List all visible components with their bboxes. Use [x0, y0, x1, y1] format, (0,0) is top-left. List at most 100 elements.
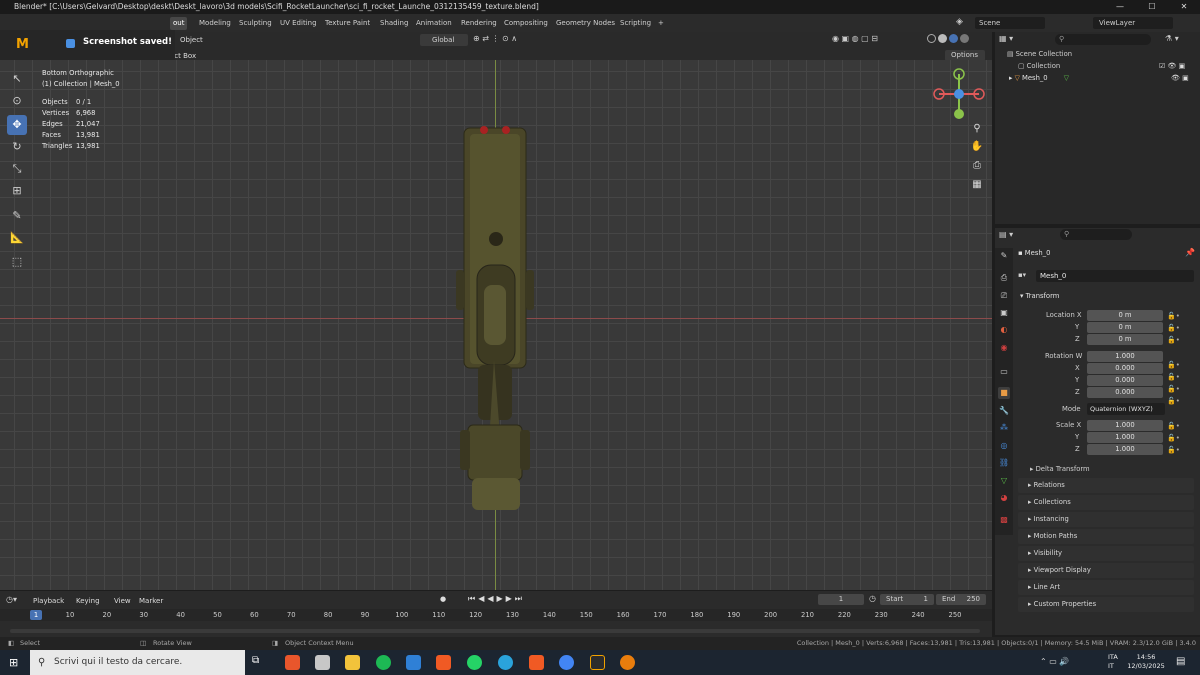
whatsapp-icon[interactable]: [467, 655, 482, 670]
location-y-field[interactable]: 0 m: [1087, 322, 1163, 333]
workspace-tab-texture-paint[interactable]: Texture Paint: [322, 17, 373, 30]
material-shading-icon[interactable]: [949, 34, 958, 43]
camera-icon[interactable]: ⎙: [968, 157, 986, 175]
language-indicator[interactable]: ITA IT: [1108, 653, 1118, 671]
start-frame-field[interactable]: Start 1: [880, 594, 934, 605]
telegram-icon[interactable]: [498, 655, 513, 670]
rotation-z-field[interactable]: 0.000: [1087, 387, 1163, 398]
physics-tab-icon[interactable]: ◎: [998, 440, 1010, 452]
cursor-tool-icon[interactable]: ⊙: [7, 91, 27, 111]
record-button[interactable]: ●: [440, 595, 446, 603]
texture-tab-icon[interactable]: ▩: [998, 514, 1010, 526]
section-instancing[interactable]: ▸ Instancing: [1018, 512, 1194, 527]
mesh-data-tab-icon[interactable]: ▽: [998, 475, 1010, 487]
pin-icon[interactable]: 📌: [1185, 248, 1195, 257]
constraints-tab-icon[interactable]: ⛓: [998, 457, 1010, 469]
scale-x-field[interactable]: 1.000: [1087, 420, 1163, 431]
gizmo-z[interactable]: [954, 89, 964, 99]
world-tab-icon[interactable]: ◉: [998, 342, 1010, 354]
app-icon-2[interactable]: [315, 655, 330, 670]
marker-menu[interactable]: Marker: [139, 595, 163, 607]
windows-start-icon[interactable]: ⊞: [9, 656, 22, 669]
view-menu[interactable]: View: [114, 595, 131, 607]
spotify-icon[interactable]: [376, 655, 391, 670]
rendered-shading-icon[interactable]: [960, 34, 969, 43]
snapping-icon[interactable]: ⊕ ⇄ ⋮ ⊙ ∧: [473, 34, 525, 46]
mail-icon[interactable]: [406, 655, 421, 670]
taskbar-search[interactable]: ⚲ Scrivi qui il testo da cercare.: [30, 650, 245, 675]
properties-editor-icon[interactable]: ▤ ▾: [999, 230, 1013, 239]
file-explorer-icon[interactable]: [345, 655, 360, 670]
section-relations[interactable]: ▸ Relations: [1018, 478, 1194, 493]
properties-search[interactable]: ⚲: [1060, 229, 1132, 240]
keying-menu[interactable]: Keying: [76, 595, 100, 607]
navigation-gizmo[interactable]: [930, 65, 990, 125]
playback-controls[interactable]: ⏮◀◀▶▶⏭: [468, 594, 543, 604]
clock-icon[interactable]: ◷: [869, 594, 876, 603]
mesh-visibility-icons[interactable]: 👁 ▣: [1171, 74, 1189, 82]
location-x-field[interactable]: 0 m: [1087, 310, 1163, 321]
section-motion-paths[interactable]: ▸ Motion Paths: [1018, 529, 1194, 544]
current-frame-field[interactable]: 1: [818, 594, 864, 605]
3d-viewport[interactable]: ⚲ ✋ ⎙ ▦: [0, 60, 992, 590]
workspace-tab-uv-editing[interactable]: UV Editing: [277, 17, 320, 30]
task-view-icon[interactable]: ⧉: [252, 655, 267, 670]
zoom-icon[interactable]: ⚲: [968, 120, 986, 138]
screenshot-notification[interactable]: M Screenshot saved!: [0, 30, 175, 60]
transform-panel-header[interactable]: ▾ Transform: [1020, 292, 1059, 300]
rotate-tool-icon[interactable]: ↻: [7, 137, 27, 157]
section-line-art[interactable]: ▸ Line Art: [1018, 580, 1194, 595]
workspace-tab-shading[interactable]: Shading: [377, 17, 411, 30]
outliner-search[interactable]: ⚲: [1055, 34, 1151, 45]
annotate-tool-icon[interactable]: ✎: [7, 206, 27, 226]
section-visibility[interactable]: ▸ Visibility: [1018, 546, 1194, 561]
location-z-field[interactable]: 0 m: [1087, 334, 1163, 345]
gizmo-pos-y[interactable]: [954, 109, 964, 119]
grid-perspective-icon[interactable]: ▦: [968, 176, 986, 194]
rotation-x-field[interactable]: 0.000: [1087, 363, 1163, 374]
system-tray-icons[interactable]: ⌃ ▭ 🔊: [1040, 657, 1100, 666]
scale-z-field[interactable]: 1.000: [1087, 444, 1163, 455]
scene-selector[interactable]: Scene: [975, 17, 1045, 29]
timeline-editor-icon[interactable]: ◷▾: [6, 595, 17, 604]
section-collections[interactable]: ▸ Collections: [1018, 495, 1194, 510]
output-tab-icon[interactable]: ⎚: [998, 290, 1010, 302]
playback-menu[interactable]: Playback: [33, 595, 64, 607]
rotation-mode-dropdown[interactable]: Quaternion (WXYZ): [1087, 403, 1165, 415]
collection-visibility-icons[interactable]: ☑ 👁 ▣: [1159, 62, 1185, 70]
modifiers-tab-icon[interactable]: 🔧: [998, 405, 1010, 417]
brave-icon[interactable]: [436, 655, 451, 670]
select-tool-icon[interactable]: ↖: [7, 69, 27, 89]
workspace-tab-rendering[interactable]: Rendering: [458, 17, 500, 30]
workspace-tab-sculpting[interactable]: Sculpting: [236, 17, 275, 30]
clock[interactable]: 14:56 12/03/2025: [1126, 653, 1166, 671]
notification-center-icon[interactable]: ▤: [1176, 656, 1185, 667]
object-menu[interactable]: Object: [180, 34, 203, 46]
scale-y-field[interactable]: 1.000: [1087, 432, 1163, 443]
workspace-tab-modeling[interactable]: Modeling: [196, 17, 234, 30]
editor-type-icon[interactable]: ▦ ▾: [999, 34, 1029, 45]
app-icon-m[interactable]: [590, 655, 605, 670]
close-button[interactable]: ✕: [1168, 0, 1200, 14]
maximize-button[interactable]: ☐: [1136, 0, 1168, 14]
view-layer-tab-icon[interactable]: ▣: [998, 307, 1010, 319]
current-frame-marker[interactable]: 1: [30, 610, 42, 620]
shading-mode-buttons[interactable]: [927, 34, 973, 46]
minimize-button[interactable]: —: [1104, 0, 1136, 14]
transform-tool-icon[interactable]: ⊞: [7, 181, 27, 201]
object-tab-icon[interactable]: ■: [998, 387, 1010, 399]
overlay-toggles-icon[interactable]: ◉ ▣ ◍ ▢ ⊟: [832, 34, 927, 46]
outliner-scene-collection[interactable]: ▤ Scene Collection: [1007, 50, 1072, 58]
viewlayer-selector[interactable]: ViewLayer: [1093, 17, 1173, 29]
add-cube-tool-icon[interactable]: ⬚: [7, 252, 27, 272]
material-tab-icon[interactable]: ◕: [998, 492, 1010, 504]
workspace-tab-compositing[interactable]: Compositing: [501, 17, 551, 30]
collection-tab-icon[interactable]: ▭: [998, 366, 1010, 378]
scale-tool-icon[interactable]: ⤡: [7, 159, 27, 179]
transform-orientation-dropdown[interactable]: Global: [420, 34, 468, 46]
workspace-tab-layout[interactable]: out: [170, 17, 188, 30]
render-tab-icon[interactable]: ⎙: [998, 272, 1010, 284]
solid-shading-icon[interactable]: [938, 34, 947, 43]
chrome-icon[interactable]: [559, 655, 574, 670]
brave-beta-icon[interactable]: [529, 655, 544, 670]
